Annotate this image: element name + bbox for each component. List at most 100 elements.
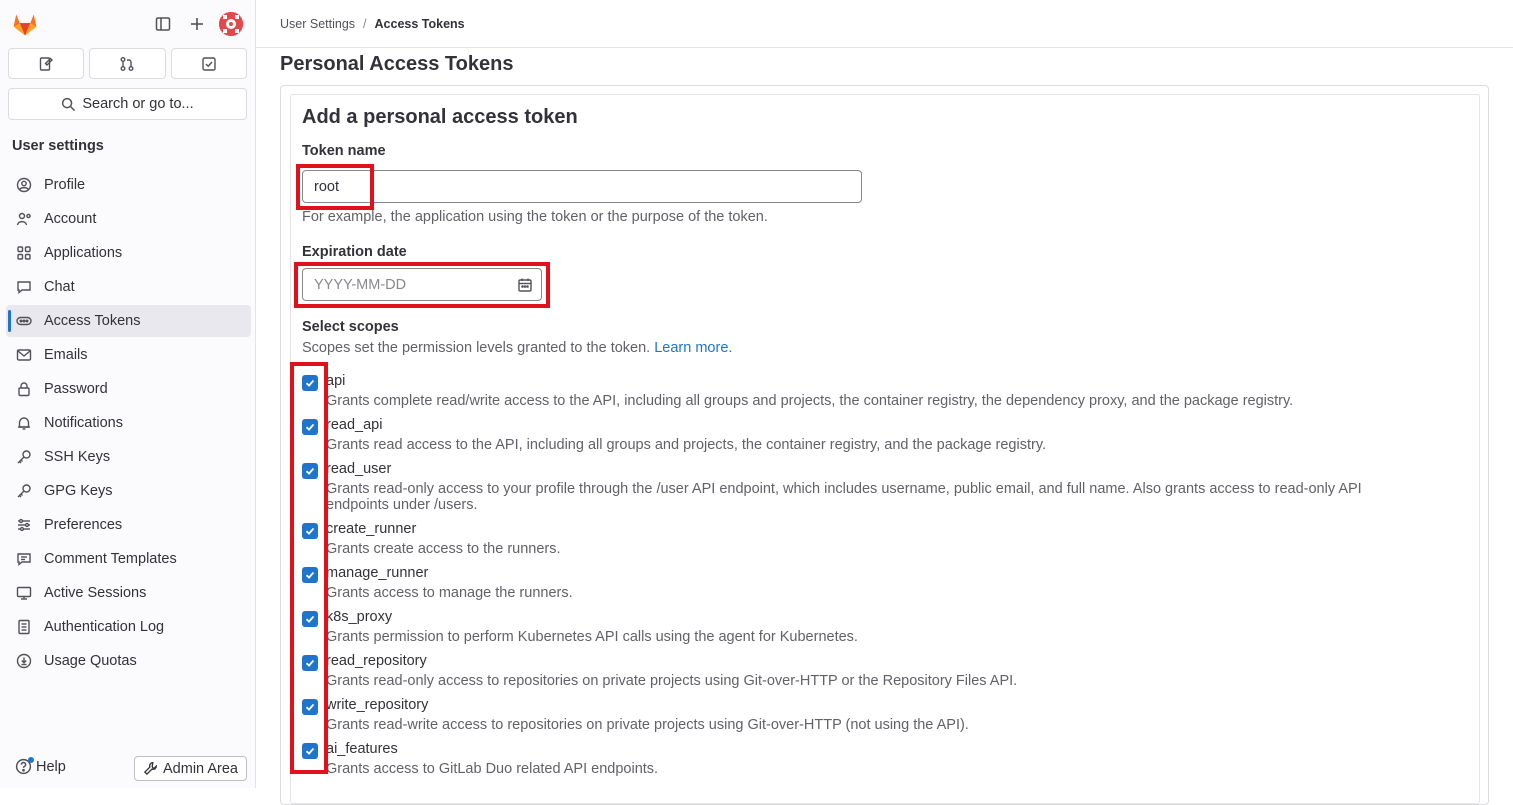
scope-description: Grants read-only access to repositories …	[326, 673, 1018, 689]
scope-description: Grants complete read/write access to the…	[326, 393, 1294, 409]
sidebar-item-label: Account	[44, 211, 97, 227]
scope-description: Grants read-only access to your profile …	[326, 481, 1362, 513]
quota-icon	[16, 653, 32, 669]
select-scopes-label: Select scopes	[302, 319, 399, 335]
sidebar-item-preferences[interactable]: Preferences	[6, 509, 251, 541]
search-icon	[61, 97, 76, 112]
mail-icon	[16, 347, 32, 363]
sidebar-item-applications[interactable]: Applications	[6, 237, 251, 269]
sidebar-item-emails[interactable]: Emails	[6, 339, 251, 371]
check-icon	[304, 701, 316, 713]
chat-icon	[16, 279, 32, 295]
scope-checkbox[interactable]	[302, 375, 318, 391]
sidebar-item-password[interactable]: Password	[6, 373, 251, 405]
sidebar-toggle-icon[interactable]	[152, 13, 174, 35]
sidebar-item-comment-templates[interactable]: Comment Templates	[6, 543, 251, 575]
scope-checkbox[interactable]	[302, 699, 318, 715]
search-button[interactable]: Search or go to...	[8, 88, 247, 120]
lock-icon	[16, 381, 32, 397]
scope-name: k8s_proxy	[326, 609, 393, 625]
scope-checkbox[interactable]	[302, 655, 318, 671]
sidebar-item-usage-quotas[interactable]: Usage Quotas	[6, 645, 251, 677]
scope-name: read_user	[326, 461, 392, 477]
sidebar-item-profile[interactable]: Profile	[6, 169, 251, 201]
sidebar-item-access-tokens[interactable]: Access Tokens	[6, 305, 251, 337]
sidebar-item-label: Access Tokens	[44, 313, 141, 329]
merge-request-icon	[119, 56, 135, 72]
admin-area-button[interactable]: Admin Area	[134, 756, 247, 781]
quick-actions	[8, 48, 247, 79]
key-icon	[16, 483, 32, 499]
todos-button[interactable]	[170, 48, 247, 79]
breadcrumb-separator: /	[363, 17, 367, 31]
sidebar: Search or go to... User settings Profile…	[0, 0, 256, 788]
scope-description: Grants read-write access to repositories…	[326, 717, 969, 733]
expiration-date-input[interactable]	[303, 269, 513, 300]
sidebar-item-authentication-log[interactable]: Authentication Log	[6, 611, 251, 643]
calendar-icon[interactable]	[517, 277, 533, 293]
scope-description: Grants permission to perform Kubernetes …	[326, 629, 858, 645]
check-icon	[304, 465, 316, 477]
sidebar-item-label: GPG Keys	[44, 483, 113, 499]
sidebar-section-title: User settings	[12, 138, 104, 154]
check-icon	[304, 745, 316, 757]
issues-button[interactable]	[8, 48, 85, 79]
comment-template-icon	[16, 551, 32, 567]
scope-checkbox[interactable]	[302, 611, 318, 627]
token-name-input[interactable]	[302, 170, 862, 203]
learn-more-link[interactable]: Learn more.	[654, 340, 732, 356]
expiration-date-field	[302, 268, 542, 301]
check-icon	[304, 525, 316, 537]
sidebar-item-label: Usage Quotas	[44, 653, 137, 669]
scope-checkbox[interactable]	[302, 743, 318, 759]
token-name-help: For example, the application using the t…	[302, 209, 768, 225]
gitlab-logo-icon[interactable]	[11, 10, 39, 38]
scope-name: read_repository	[326, 653, 427, 669]
sidebar-item-gpg-keys[interactable]: GPG Keys	[6, 475, 251, 507]
sidebar-item-notifications[interactable]: Notifications	[6, 407, 251, 439]
scope-description: Grants access to GitLab Duo related API …	[326, 761, 659, 777]
token-name-label: Token name	[302, 143, 386, 159]
sidebar-item-label: Emails	[44, 347, 88, 363]
scope-description: Grants access to manage the runners.	[326, 585, 573, 601]
account-icon	[16, 211, 32, 227]
breadcrumb-user-settings[interactable]: User Settings	[280, 17, 355, 31]
sidebar-item-label: Applications	[44, 245, 123, 261]
scope-name: ai_features	[326, 741, 398, 757]
sidebar-item-label: Notifications	[44, 415, 123, 431]
scope-checkbox[interactable]	[302, 463, 318, 479]
scope-description: Grants read access to the API, including…	[326, 437, 1047, 453]
check-icon	[304, 657, 316, 669]
scope-checkbox[interactable]	[302, 419, 318, 435]
key-icon	[16, 449, 32, 465]
issues-icon	[38, 56, 54, 72]
merge-requests-button[interactable]	[89, 48, 166, 79]
breadcrumb-access-tokens[interactable]: Access Tokens	[375, 17, 465, 31]
check-icon	[304, 569, 316, 581]
sidebar-item-active-sessions[interactable]: Active Sessions	[6, 577, 251, 609]
scope-name: api	[326, 373, 346, 389]
sidebar-item-ssh-keys[interactable]: SSH Keys	[6, 441, 251, 473]
sidebar-item-label: Profile	[44, 177, 86, 193]
bell-icon	[16, 415, 32, 431]
sidebar-item-label: Authentication Log	[44, 619, 165, 635]
scope-name: write_repository	[326, 697, 429, 713]
plus-icon[interactable]	[186, 13, 208, 35]
preferences-icon	[16, 517, 32, 533]
avatar[interactable]	[219, 12, 243, 36]
search-label: Search or go to...	[82, 96, 194, 112]
applications-icon	[16, 245, 32, 261]
scopes-help: Scopes set the permission levels granted…	[302, 340, 732, 356]
sidebar-item-label: Active Sessions	[44, 585, 147, 601]
scope-checkbox[interactable]	[302, 523, 318, 539]
sidebar-item-chat[interactable]: Chat	[6, 271, 251, 303]
sidebar-item-label: Password	[44, 381, 108, 397]
sidebar-item-account[interactable]: Account	[6, 203, 251, 235]
form-title: Add a personal access token	[302, 106, 578, 128]
help-icon	[15, 757, 34, 775]
help-button[interactable]: Help	[15, 757, 66, 775]
scope-checkbox[interactable]	[302, 567, 318, 583]
scope-name: manage_runner	[326, 565, 429, 581]
scope-description: Grants create access to the runners.	[326, 541, 561, 557]
scope-name: read_api	[326, 417, 383, 433]
